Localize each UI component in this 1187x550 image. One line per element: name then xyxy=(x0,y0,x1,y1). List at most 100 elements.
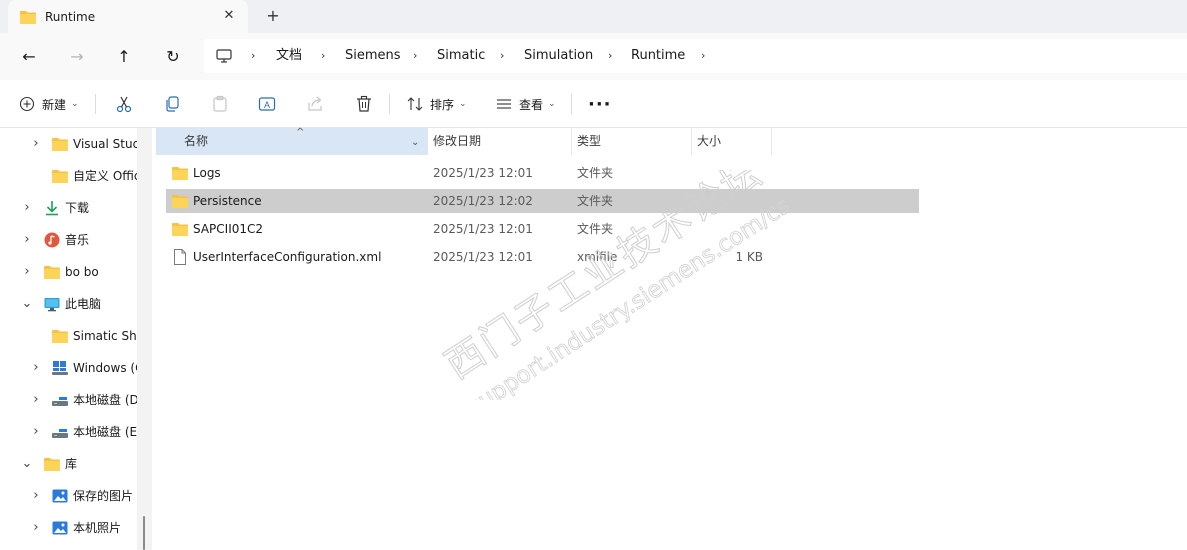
rename-button[interactable]: A xyxy=(258,80,276,128)
chevron-right-icon[interactable]: › xyxy=(29,136,43,152)
column-header-name[interactable]: 名称 ^ ⌄ xyxy=(156,127,427,156)
close-icon[interactable]: ✕ xyxy=(220,7,238,25)
sidebar-item-downloads[interactable]: › 下载 xyxy=(0,192,137,224)
breadcrumb-separator[interactable]: › xyxy=(413,48,417,64)
sidebar-item-visual-studio[interactable]: › Visual Studio xyxy=(0,128,137,160)
address-bar: ← → ↑ ↻ › 文档 › Siemens › Simatic › Simul… xyxy=(0,33,1187,80)
folder-icon xyxy=(44,456,60,472)
sidebar-item-local-disk-e[interactable]: › 本地磁盘 (E:) xyxy=(0,416,137,448)
breadcrumb-item-siemens[interactable]: Siemens xyxy=(345,48,401,64)
sidebar-item-bo-bo[interactable]: › bo bo xyxy=(0,256,137,288)
sidebar-scrollbar[interactable] xyxy=(137,128,152,550)
folder-icon xyxy=(44,264,60,280)
sidebar-item-library[interactable]: ⌄ 库 xyxy=(0,448,137,480)
folder-icon xyxy=(20,10,36,24)
column-header-size[interactable]: 大小 xyxy=(692,128,771,155)
sidebar-item-music[interactable]: › 音乐 xyxy=(0,224,137,256)
sidebar-item-saved-pictures[interactable]: › 保存的图片 xyxy=(0,480,137,512)
breadcrumb-separator[interactable]: › xyxy=(500,48,504,64)
sort-icon xyxy=(407,96,423,112)
new-tab-button[interactable]: + xyxy=(263,6,283,26)
more-options-button[interactable]: ··· xyxy=(588,80,612,128)
table-row[interactable]: SAPCII01C2 2025/1/23 12:01 文件夹 xyxy=(166,217,919,241)
file-list[interactable]: 名称 ^ ⌄ 修改日期 类型 大小 Logs 2025/1/23 12:01 文… xyxy=(152,127,1187,550)
file-date: 2025/1/23 12:02 xyxy=(433,194,533,208)
table-row-selected[interactable]: Persistence 2025/1/23 12:02 文件夹 xyxy=(166,189,919,213)
breadcrumb-separator[interactable]: › xyxy=(321,48,325,64)
chevron-down-icon[interactable]: ⌄ xyxy=(20,296,34,312)
folder-icon xyxy=(172,193,188,209)
chevron-right-icon[interactable]: › xyxy=(29,360,43,376)
breadcrumb-item-simatic[interactable]: Simatic xyxy=(437,48,485,64)
new-button[interactable]: 新建 ⌄ xyxy=(19,80,79,128)
chevron-right-icon[interactable]: › xyxy=(29,392,43,408)
breadcrumb-item-documents[interactable]: 文档 xyxy=(276,48,302,64)
folder-icon xyxy=(52,136,68,152)
drive-icon xyxy=(52,424,68,440)
breadcrumb[interactable]: › 文档 › Siemens › Simatic › Simulation › … xyxy=(204,39,1187,73)
file-name: Logs xyxy=(193,166,221,180)
up-icon[interactable]: ↑ xyxy=(112,45,136,69)
chevron-right-icon[interactable]: › xyxy=(20,200,34,216)
scissors-icon xyxy=(115,95,133,113)
chevron-down-icon[interactable]: ⌄ xyxy=(20,456,34,472)
chevron-right-icon[interactable]: › xyxy=(20,264,34,280)
back-icon[interactable]: ← xyxy=(17,45,41,69)
chevron-down-icon[interactable]: ⌄ xyxy=(411,129,419,156)
sidebar-item-custom-office[interactable]: 自定义 Office xyxy=(0,160,137,192)
clipboard-icon xyxy=(211,95,229,113)
file-date: 2025/1/23 12:01 xyxy=(433,222,533,236)
chevron-down-icon: ⌄ xyxy=(71,99,79,109)
file-type: 文件夹 xyxy=(577,194,614,208)
sidebar-item-this-pc[interactable]: ⌄ 此电脑 xyxy=(0,288,137,320)
rename-icon: A xyxy=(258,95,276,113)
table-row[interactable]: Logs 2025/1/23 12:01 文件夹 xyxy=(166,161,919,185)
file-name: SAPCII01C2 xyxy=(193,222,264,236)
breadcrumb-separator[interactable]: › xyxy=(701,48,705,64)
chevron-right-icon[interactable]: › xyxy=(20,232,34,248)
column-divider[interactable] xyxy=(771,128,772,155)
column-header-date[interactable]: 修改日期 xyxy=(428,128,571,155)
delete-button[interactable] xyxy=(355,80,373,128)
tab-strip: Runtime ✕ + xyxy=(0,0,1187,33)
download-icon xyxy=(44,200,60,216)
tab-runtime[interactable]: Runtime ✕ xyxy=(8,0,248,33)
file-date: 2025/1/23 12:01 xyxy=(433,250,533,264)
sidebar-item-label: 本机照片 xyxy=(73,521,122,535)
chevron-right-icon[interactable]: › xyxy=(29,424,43,440)
breadcrumb-item-runtime[interactable]: Runtime xyxy=(631,48,685,64)
breadcrumb-item-simulation[interactable]: Simulation xyxy=(524,48,593,64)
sidebar-item-label: 自定义 Office xyxy=(73,169,137,183)
breadcrumb-separator[interactable]: › xyxy=(608,48,612,64)
forward-icon[interactable]: → xyxy=(65,45,89,69)
monitor-icon[interactable] xyxy=(216,48,232,64)
toolbar-divider xyxy=(95,94,96,114)
refresh-icon[interactable]: ↻ xyxy=(161,45,185,69)
sort-button[interactable]: 排序 ⌄ xyxy=(407,80,467,128)
cut-button[interactable] xyxy=(115,80,133,128)
view-button[interactable]: 查看 ⌄ xyxy=(496,80,556,128)
picture-icon xyxy=(52,488,68,504)
breadcrumb-separator[interactable]: › xyxy=(251,48,255,64)
navigation-pane[interactable]: › Visual Studio 自定义 Office › 下载 › 音乐 › b… xyxy=(0,128,137,550)
command-bar: 新建 ⌄ A 排序 ⌄ 查看 ⌄ ··· xyxy=(0,80,1187,128)
sort-ascending-icon: ^ xyxy=(296,127,305,138)
chevron-right-icon[interactable]: › xyxy=(29,520,43,536)
sidebar-item-camera-roll[interactable]: › 本机照片 xyxy=(0,512,137,544)
sidebar-item-simatic-shell[interactable]: Simatic Shell xyxy=(0,320,137,352)
copy-button[interactable] xyxy=(163,80,181,128)
table-row[interactable]: UserInterfaceConfiguration.xml 2025/1/23… xyxy=(166,245,919,269)
scrollbar-thumb[interactable] xyxy=(143,516,145,550)
chevron-right-icon[interactable]: › xyxy=(29,488,43,504)
share-button[interactable] xyxy=(306,80,324,128)
column-header-type[interactable]: 类型 xyxy=(572,128,691,155)
folder-icon xyxy=(52,168,68,184)
sidebar-item-label: 保存的图片 xyxy=(73,489,134,503)
sidebar-item-windows-c[interactable]: › Windows (C:) xyxy=(0,352,137,384)
chevron-down-icon: ⌄ xyxy=(459,99,467,109)
paste-button[interactable] xyxy=(211,80,229,128)
column-header-name-label: 名称 xyxy=(184,134,209,148)
sidebar-item-local-disk-d[interactable]: › 本地磁盘 (D:) xyxy=(0,384,137,416)
chevron-down-icon: ⌄ xyxy=(548,99,556,109)
sidebar-item-label: Windows (C:) xyxy=(73,361,137,375)
